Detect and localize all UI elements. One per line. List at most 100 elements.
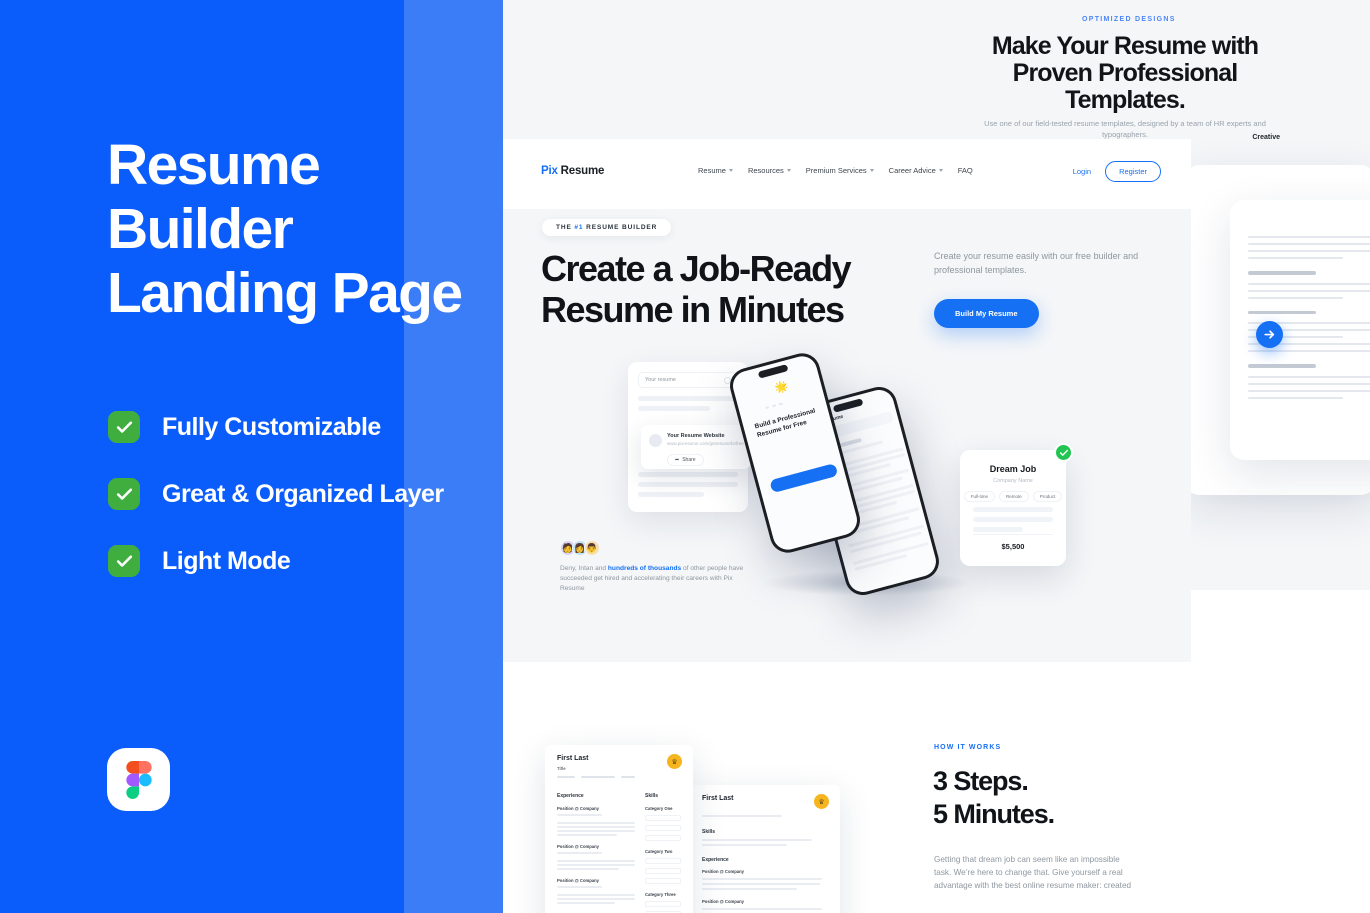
feature-item-light-mode: Light Mode — [108, 544, 503, 578]
nav-label: FAQ — [957, 166, 973, 175]
nav-label: Resources — [747, 166, 784, 175]
feature-label: Great & Organized Layer — [162, 479, 444, 508]
logo-rest: Resume — [557, 165, 605, 177]
hero-badge-post: RESUME BUILDER — [583, 224, 658, 231]
resume-search-input[interactable]: Your resume — [638, 372, 738, 388]
check-icon — [108, 545, 140, 577]
share-card-url: www.pixresume.com/getresumeforfree — [667, 441, 744, 446]
build-my-resume-button[interactable]: Build My Resume — [934, 299, 1039, 328]
award-icon: ♕ — [814, 794, 829, 809]
hero-heading: Create a Job-Ready Resume in Minutes — [541, 248, 852, 330]
phone-notch — [832, 398, 864, 413]
doc-a-job2: Position @ Company — [557, 844, 600, 849]
nav-label: Career Advice — [888, 166, 936, 175]
chevron-down-icon — [728, 169, 733, 172]
share-icon: ➦ — [675, 457, 680, 463]
dream-job-card[interactable]: Dream Job Company Name Full-time Remote … — [960, 443, 1073, 566]
check-circle-icon — [1054, 443, 1073, 462]
how-it-works-heading: 3 Steps. 5 Minutes. — [933, 765, 1233, 831]
doc-a-cat3: Category Three — [645, 892, 676, 897]
divider — [973, 534, 1053, 535]
proof-pre: Deny, Intan and — [560, 565, 608, 572]
chevron-down-icon — [786, 169, 791, 172]
hero-illustration: Your resume Your Resume Website www.pixr… — [503, 340, 1191, 662]
doc-a-exp-heading: Experience — [557, 793, 584, 799]
social-proof-text: Deny, Intan and hundreds of thousands of… — [560, 564, 750, 594]
share-label: Share — [682, 457, 696, 463]
share-button[interactable]: ➦ Share — [667, 454, 704, 466]
phone-a-dots — [765, 402, 784, 410]
how-it-works-body: Getting that dream job can seem like an … — [934, 855, 1132, 890]
feature-item-fully-customizable: Fully Customizable — [108, 410, 503, 444]
feature-list: Fully Customizable Great & Organized Lay… — [108, 410, 503, 611]
template-card-front[interactable] — [1230, 200, 1370, 460]
job-tag-full-time: Full-time — [963, 491, 995, 502]
promo-panel: Resume Builder Landing Page Fully Custom… — [0, 0, 503, 913]
nav-label: Premium Services — [805, 166, 867, 175]
doc-a-title: Title — [557, 766, 566, 771]
tab-creative[interactable]: Creative — [1252, 134, 1280, 141]
nav-item-premium-services[interactable]: Premium Services — [806, 166, 874, 175]
site-logo[interactable]: Pix Resume — [541, 165, 604, 177]
job-title: Dream Job — [989, 464, 1037, 474]
doc-b-exp-heading: Experience — [702, 857, 729, 863]
doc-b-skills-heading: Skills — [702, 829, 716, 835]
job-company: Company Name — [993, 478, 1033, 484]
avatar-group: 🧑 👩 👨 — [560, 540, 750, 556]
nav-item-resume[interactable]: Resume — [698, 166, 733, 175]
doc-a-skills-heading: Skills — [645, 793, 659, 799]
how-heading-line1: 3 Steps. — [933, 766, 1029, 796]
phone-a-screen: 🌟 Build a Professional Resume for Free — [729, 353, 861, 553]
chevron-down-icon — [938, 169, 943, 172]
doc-b-job1: Position @ Company — [702, 869, 745, 874]
doc-a-job1: Position @ Company — [557, 806, 600, 811]
doc-a-cat1: Category One — [645, 806, 673, 811]
navbar: Pix Resume Resume Resources Premium Serv… — [503, 139, 1191, 209]
avatar — [649, 434, 662, 447]
share-resume-card[interactable]: Your Resume Website www.pixresume.com/ge… — [641, 425, 751, 469]
template-card-lines — [1248, 236, 1370, 404]
job-price: $5,500 — [1001, 542, 1025, 551]
doc-b-name: First Last — [702, 795, 734, 802]
login-link[interactable]: Login — [1073, 167, 1091, 176]
job-tags: Full-time Remote Product — [960, 491, 1066, 502]
templates-eyebrow: OPTIMIZED DESIGNS — [1082, 16, 1176, 23]
phone-notch — [757, 364, 789, 379]
nav-item-resources[interactable]: Resources — [748, 166, 791, 175]
promo-title-line1: Resume Builder — [107, 133, 321, 261]
resume-document-b[interactable]: ♕ First Last Skills Experience Position … — [690, 785, 840, 913]
nav-actions: Login Register — [1073, 161, 1161, 182]
logo-accent: Pix — [541, 165, 558, 177]
phone-a-cta-button[interactable] — [769, 463, 839, 494]
search-placeholder: Your resume — [645, 377, 676, 383]
resume-document-a[interactable]: ♕ First Last Title Experience Position @… — [545, 745, 693, 913]
doc-a-cat2: Category Two — [645, 849, 673, 854]
templates-heading: Make Your Resume with Proven Professiona… — [991, 32, 1259, 114]
nav-links: Resume Resources Premium Services Career… — [698, 166, 973, 175]
figma-logo-icon — [107, 748, 170, 811]
doc-a-meta — [557, 776, 635, 778]
nav-item-faq[interactable]: FAQ — [958, 166, 973, 175]
showcase-canvas: OPTIMIZED DESIGNS Make Your Resume with … — [0, 0, 1370, 913]
phone-a-title: Build a Professional Resume for Free — [753, 407, 817, 440]
how-it-works-eyebrow: HOW IT WORKS — [934, 744, 1002, 751]
arrow-right-icon — [1264, 330, 1275, 339]
hero-subtitle: Create your resume easily with our free … — [934, 251, 1139, 275]
nav-item-career-advice[interactable]: Career Advice — [889, 166, 943, 175]
check-icon — [108, 411, 140, 443]
doc-a-name: First Last — [557, 755, 589, 762]
doc-a-job3: Position @ Company — [557, 878, 600, 883]
social-proof: 🧑 👩 👨 Deny, Intan and hundreds of thousa… — [560, 540, 750, 594]
next-template-button[interactable] — [1256, 321, 1283, 348]
feature-label: Fully Customizable — [162, 412, 381, 441]
how-heading-line2: 5 Minutes. — [933, 799, 1055, 829]
avatar: 👨 — [584, 540, 600, 556]
section-divider-mask — [1191, 590, 1370, 662]
star-emoji-icon: 🌟 — [773, 379, 790, 395]
register-button[interactable]: Register — [1105, 161, 1161, 182]
share-card-title: Your Resume Website — [667, 433, 725, 439]
feature-label: Light Mode — [162, 546, 291, 575]
proof-accent: hundreds of thousands — [607, 565, 682, 572]
award-icon: ♕ — [667, 754, 682, 769]
doc-b-job2: Position @ Company — [702, 899, 745, 904]
